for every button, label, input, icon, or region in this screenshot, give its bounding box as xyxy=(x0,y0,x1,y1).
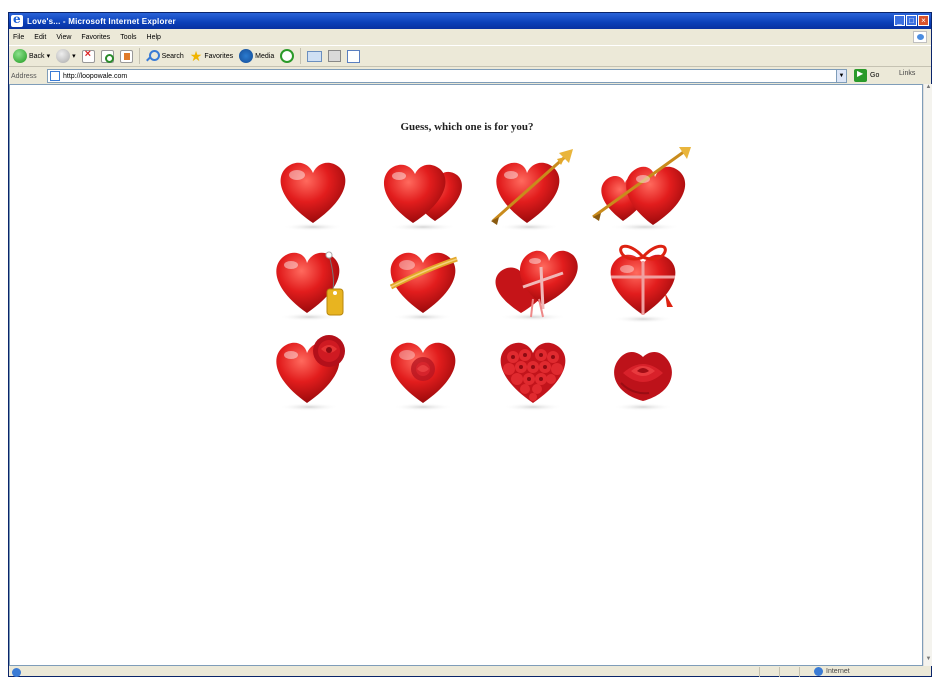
rose-icon xyxy=(613,352,673,411)
edit-icon[interactable] xyxy=(347,49,361,63)
scroll-down-icon[interactable]: ▼ xyxy=(924,656,932,666)
address-url[interactable]: http://loopowale.com xyxy=(63,73,127,80)
favorites-button[interactable]: ★ Favorites xyxy=(190,49,233,63)
heart-arrow-icon xyxy=(491,149,573,231)
back-button[interactable]: Back ▾ xyxy=(13,49,50,63)
heart-double-arrow[interactable] xyxy=(588,145,698,235)
menu-file[interactable]: File xyxy=(13,34,24,41)
zone-label: Internet xyxy=(826,668,850,675)
menu-favorites[interactable]: Favorites xyxy=(81,34,110,41)
back-dropdown-icon[interactable]: ▾ xyxy=(47,52,51,60)
heart-gift-box-icon xyxy=(495,250,578,321)
menu-edit[interactable]: Edit xyxy=(34,34,46,41)
search-icon xyxy=(146,49,160,63)
security-zone: Internet xyxy=(814,667,850,676)
media-label: Media xyxy=(255,52,275,60)
address-dropdown-icon[interactable]: ▼ xyxy=(836,70,846,82)
double-heart-icon xyxy=(383,164,462,231)
status-panel xyxy=(779,667,780,677)
status-panel xyxy=(759,667,760,677)
heart-grid xyxy=(258,145,698,415)
menu-bar: File Edit View Favorites Tools Help xyxy=(9,30,931,44)
history-icon[interactable] xyxy=(280,49,295,63)
browser-window: Love's... - Microsoft Internet Explorer … xyxy=(8,12,932,677)
stop-icon[interactable] xyxy=(81,48,95,63)
address-label: Address xyxy=(11,72,37,80)
vertical-scrollbar[interactable]: ▲ ▼ xyxy=(923,84,932,666)
media-button[interactable]: Media xyxy=(239,49,274,63)
windows-logo-icon xyxy=(913,31,927,43)
heart-gift-box[interactable] xyxy=(478,235,588,325)
heart-rose[interactable] xyxy=(588,325,698,415)
menu-tools[interactable]: Tools xyxy=(120,34,136,41)
status-bar: Internet xyxy=(9,666,931,677)
page-viewport: Guess, which one is for you? xyxy=(9,84,923,666)
heart-ribbon-icon xyxy=(389,252,458,321)
status-page-icon xyxy=(12,667,21,677)
go-arrow-icon xyxy=(854,69,867,82)
media-icon xyxy=(239,49,254,63)
heart-roses-cluster-icon xyxy=(500,342,566,411)
title-bar: Love's... - Microsoft Internet Explorer … xyxy=(9,12,931,29)
heart-plain[interactable] xyxy=(258,145,368,235)
toolbar-separator xyxy=(138,48,140,64)
menu-help[interactable]: Help xyxy=(147,34,161,41)
double-heart-arrow-icon xyxy=(592,147,691,231)
mail-icon[interactable] xyxy=(307,50,323,62)
heart-tag[interactable] xyxy=(258,235,368,325)
maximize-button[interactable]: □ xyxy=(906,15,917,26)
favorites-label: Favorites xyxy=(204,52,234,60)
menu-view[interactable]: View xyxy=(56,34,71,41)
home-icon[interactable] xyxy=(119,49,133,63)
heart-rose-corner-icon xyxy=(276,335,345,411)
window-controls: _ □ × xyxy=(894,15,929,26)
page-question: Guess, which one is for you? xyxy=(400,121,534,133)
search-button[interactable]: Search xyxy=(146,49,184,63)
globe-icon xyxy=(814,667,823,676)
heart-ribbon[interactable] xyxy=(368,235,478,325)
links-button[interactable]: Links xyxy=(899,70,915,77)
window-title: Love's... - Microsoft Internet Explorer xyxy=(27,16,176,26)
minimize-button[interactable]: _ xyxy=(894,15,905,26)
scroll-up-icon[interactable]: ▲ xyxy=(924,84,932,94)
search-label: Search xyxy=(161,52,184,60)
heart-double[interactable] xyxy=(368,145,478,235)
heart-rose-corner[interactable] xyxy=(258,325,368,415)
ie-app-icon xyxy=(11,12,23,27)
address-input[interactable]: http://loopowale.com ▼ xyxy=(47,69,847,83)
heart-roses-cluster[interactable] xyxy=(478,325,588,415)
forward-arrow-icon xyxy=(56,49,71,63)
close-button[interactable]: × xyxy=(918,15,929,26)
back-label: Back xyxy=(29,52,45,60)
status-panel xyxy=(799,667,800,677)
heart-icon xyxy=(280,162,346,231)
heart-tag-icon xyxy=(276,251,344,321)
heart-rose-inside[interactable] xyxy=(368,325,478,415)
address-bar: Address http://loopowale.com ▼ Go Links xyxy=(9,69,931,83)
favorites-star-icon: ★ xyxy=(189,48,203,64)
print-icon[interactable] xyxy=(328,50,342,62)
go-label: Go xyxy=(870,72,880,79)
heart-rose-inside-icon xyxy=(390,342,456,411)
standard-toolbar: Back ▾ ▾ Search ★ Favorites Media xyxy=(9,45,931,67)
forward-button[interactable]: ▾ xyxy=(56,49,76,63)
refresh-icon[interactable] xyxy=(100,49,114,63)
heart-arrow[interactable] xyxy=(478,145,588,235)
heart-bow-icon xyxy=(610,244,676,323)
page-icon xyxy=(50,71,60,81)
heart-bow[interactable] xyxy=(588,235,698,325)
back-arrow-icon xyxy=(13,49,27,63)
forward-dropdown-icon[interactable]: ▾ xyxy=(72,52,76,60)
toolbar-separator xyxy=(300,48,302,64)
go-button[interactable]: Go xyxy=(854,69,879,82)
